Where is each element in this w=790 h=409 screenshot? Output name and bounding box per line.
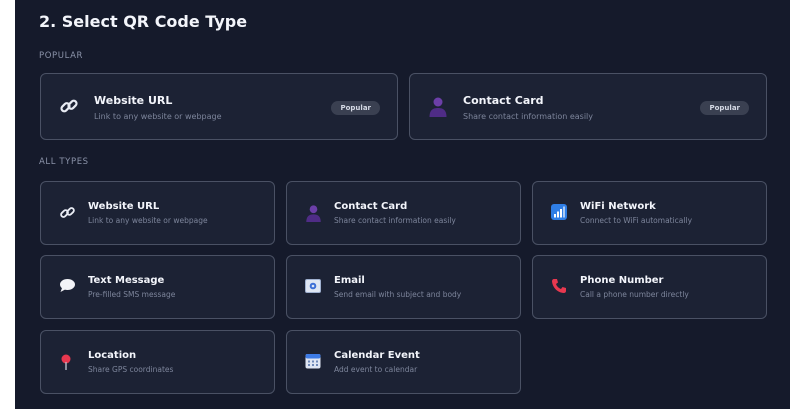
email-icon: [305, 278, 321, 297]
card-title: Email: [334, 275, 365, 286]
link-icon: [59, 204, 76, 225]
card-title: Contact Card: [463, 94, 544, 107]
type-card-contact-card[interactable]: Contact Card Share contact information e…: [286, 181, 521, 245]
card-title: Text Message: [88, 275, 165, 286]
type-card-calendar-event[interactable]: Calendar Event Add event to calendar: [286, 330, 521, 394]
card-description: Send email with subject and body: [334, 290, 462, 299]
person-icon: [428, 96, 448, 122]
type-card-email[interactable]: Email Send email with subject and body: [286, 255, 521, 319]
card-description: Share contact information easily: [463, 112, 593, 121]
link-icon: [59, 96, 79, 120]
all-types-label: ALL TYPES: [39, 157, 89, 167]
popular-card-contact-card[interactable]: Contact Card Share contact information e…: [409, 73, 767, 140]
speech-bubble-icon: [59, 278, 76, 297]
type-card-text-message[interactable]: Text Message Pre-filled SMS message: [40, 255, 275, 319]
card-title: WiFi Network: [580, 201, 656, 212]
card-description: Share contact information easily: [334, 216, 456, 225]
calendar-icon: [305, 353, 321, 373]
card-description: Pre-filled SMS message: [88, 290, 176, 299]
phone-icon: [551, 278, 567, 298]
popular-badge: Popular: [700, 101, 749, 115]
type-card-phone-number[interactable]: Phone Number Call a phone number directl…: [532, 255, 767, 319]
popular-badge: Popular: [331, 101, 380, 115]
type-card-website-url[interactable]: Website URL Link to any website or webpa…: [40, 181, 275, 245]
type-card-location[interactable]: Location Share GPS coordinates: [40, 330, 275, 394]
card-description: Link to any website or webpage: [88, 216, 208, 225]
card-description: Connect to WiFi automatically: [580, 216, 693, 225]
card-title: Website URL: [94, 94, 173, 107]
section-title: 2. Select QR Code Type: [39, 12, 248, 31]
qr-type-panel: 2. Select QR Code Type POPULAR Website U…: [15, 0, 790, 409]
card-title: Website URL: [88, 201, 160, 212]
signal-icon: [551, 204, 567, 224]
card-description: Share GPS coordinates: [88, 365, 174, 374]
pin-icon: [59, 353, 73, 375]
popular-label: POPULAR: [39, 51, 84, 61]
card-description: Link to any website or webpage: [94, 112, 222, 121]
card-title: Calendar Event: [334, 350, 420, 361]
card-title: Contact Card: [334, 201, 408, 212]
card-description: Add event to calendar: [334, 365, 418, 374]
card-title: Phone Number: [580, 275, 664, 286]
popular-card-website-url[interactable]: Website URL Link to any website or webpa…: [40, 73, 398, 140]
card-description: Call a phone number directly: [580, 290, 689, 299]
type-card-wifi-network[interactable]: WiFi Network Connect to WiFi automatical…: [532, 181, 767, 245]
card-title: Location: [88, 350, 137, 361]
person-icon: [305, 204, 322, 227]
